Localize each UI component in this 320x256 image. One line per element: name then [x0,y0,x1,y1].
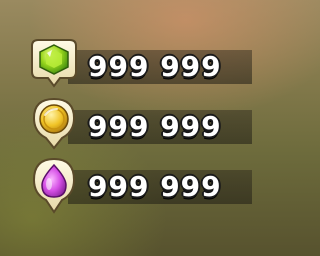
elixir-drop-icon [30,156,78,216]
gold-amount: 999 999 [88,110,222,143]
elixir-resource-row: 999 999 [30,156,252,214]
gold-resource-row: 999 999 [30,96,252,154]
resource-hud: 999 999 999 999 999 999 [0,0,256,256]
elixir-amount: 999 999 [88,170,222,203]
gems-resource-row: 999 999 [30,36,252,94]
gold-coin-icon [30,96,78,156]
gem-icon [30,36,78,96]
gems-amount: 999 999 [88,50,222,83]
